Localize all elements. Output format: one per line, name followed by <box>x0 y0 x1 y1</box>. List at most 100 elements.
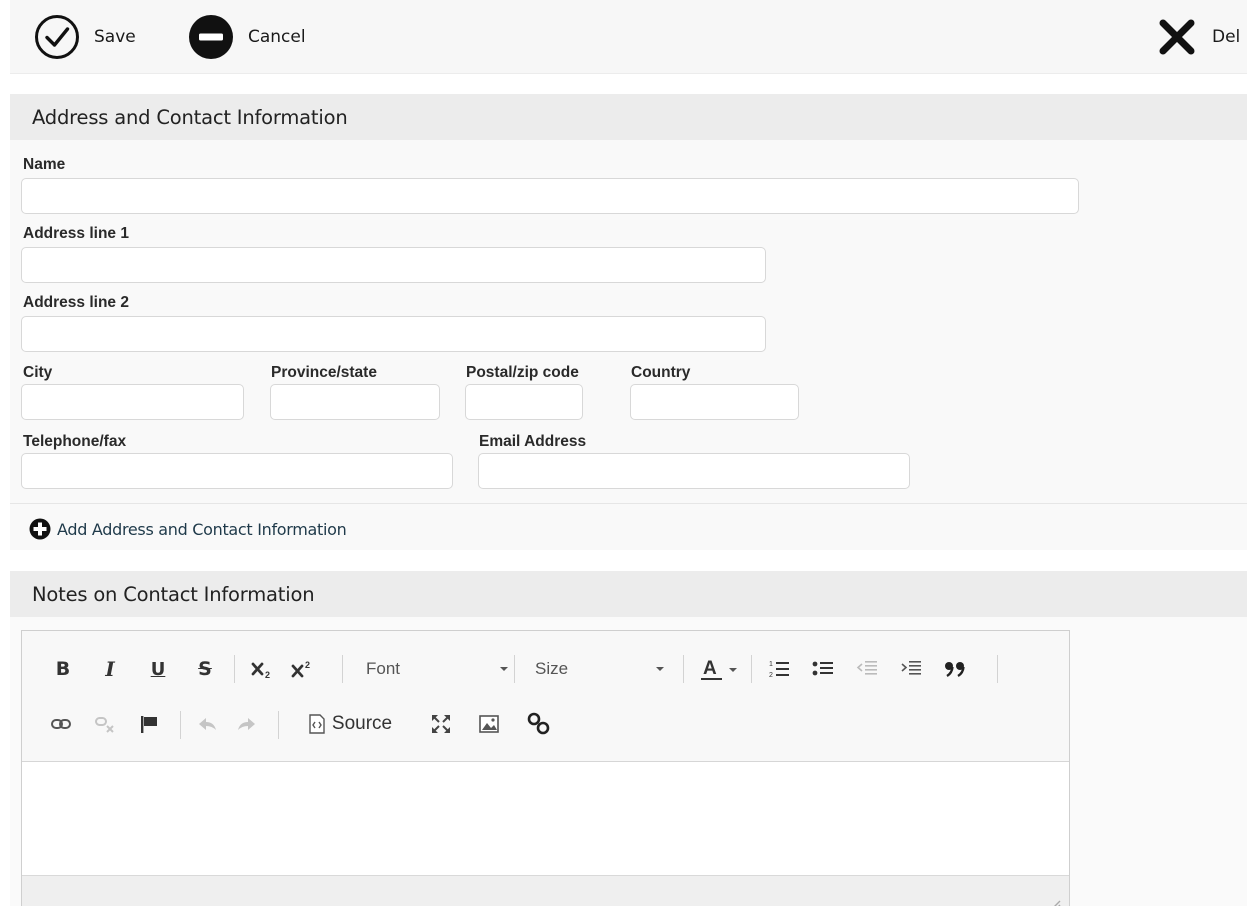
address-line-1-label: Address line 1 <box>23 225 129 242</box>
minus-circle-icon <box>189 15 233 59</box>
editor-footer <box>22 875 1069 906</box>
toolbar-separator <box>997 655 998 683</box>
subscript-icon: 2 <box>251 662 270 680</box>
image-icon <box>479 715 499 733</box>
divider <box>10 503 1247 504</box>
resize-handle-icon[interactable] <box>1049 898 1061 906</box>
editor-toolbar: B I U S 2 2 Font Size A 1 2 Source <box>22 631 1069 762</box>
toolbar-separator <box>180 711 181 739</box>
superscript-icon: 2 <box>291 660 310 678</box>
postal-label: Postal/zip code <box>466 364 579 381</box>
italic-button[interactable]: I <box>95 653 125 685</box>
maximize-icon <box>432 715 450 733</box>
toolbar-separator <box>234 655 235 683</box>
telephone-label: Telephone/fax <box>23 433 127 450</box>
name-field[interactable] <box>21 178 1079 214</box>
email-field[interactable] <box>478 453 910 489</box>
text-color-icon: A <box>701 658 737 680</box>
flag-icon <box>141 716 157 733</box>
source-icon <box>309 714 325 734</box>
email-label: Email Address <box>479 433 587 450</box>
close-icon <box>1159 19 1195 55</box>
italic-icon: I <box>105 657 115 681</box>
toolbar-separator <box>683 655 684 683</box>
cancel-label: Cancel <box>248 27 306 47</box>
top-toolbar: Save Cancel Del <box>10 0 1247 74</box>
svg-text:1: 1 <box>769 661 773 668</box>
postal-field[interactable] <box>465 384 583 420</box>
undo-button[interactable] <box>192 709 222 739</box>
country-label: Country <box>631 364 691 381</box>
notes-panel-title: Notes on Contact Information <box>10 571 1247 617</box>
plus-circle-icon <box>29 518 51 540</box>
redo-button[interactable] <box>232 709 262 739</box>
delete-button[interactable]: Del <box>1158 14 1240 60</box>
city-label: City <box>23 364 53 381</box>
underline-button[interactable]: U <box>143 653 173 685</box>
toolbar-separator <box>278 711 279 739</box>
quote-icon <box>945 662 965 678</box>
blockquote-button[interactable] <box>938 653 972 685</box>
underline-icon: U <box>150 658 166 680</box>
province-field[interactable] <box>270 384 440 420</box>
cancel-button[interactable]: Cancel <box>188 14 306 60</box>
link-icon <box>51 719 71 729</box>
check-circle-icon <box>35 15 79 59</box>
font-select[interactable]: Font <box>366 653 509 685</box>
unlink-icon <box>95 717 114 733</box>
decrease-indent-icon <box>856 661 877 675</box>
address-line-2-field[interactable] <box>21 316 766 352</box>
save-button[interactable]: Save <box>34 14 136 60</box>
bulleted-list-button[interactable] <box>806 653 840 685</box>
chevron-down-icon <box>500 667 508 671</box>
bold-icon: B <box>55 658 71 680</box>
address-line-1-field[interactable] <box>21 247 766 283</box>
superscript-button[interactable]: 2 <box>286 653 318 685</box>
subscript-button[interactable]: 2 <box>246 653 278 685</box>
numbered-list-icon: 1 2 <box>769 661 789 679</box>
svg-text:2: 2 <box>265 670 270 680</box>
decrease-indent-button[interactable] <box>850 653 884 685</box>
toolbar-separator <box>342 655 343 683</box>
chevron-down-icon <box>656 667 664 671</box>
rich-text-editor: B I U S 2 2 Font Size A 1 2 Source <box>21 630 1070 906</box>
source-label: Source <box>331 713 393 734</box>
add-address-link[interactable]: Add Address and Contact Information <box>29 518 347 540</box>
increase-indent-button[interactable] <box>894 653 928 685</box>
font-select-label: Font <box>366 659 401 678</box>
increase-indent-icon <box>901 661 921 675</box>
address-line-2-label: Address line 2 <box>23 294 129 311</box>
svg-text:2: 2 <box>769 672 773 679</box>
editor-content-area[interactable] <box>22 762 1069 875</box>
size-select[interactable]: Size <box>535 653 665 685</box>
city-field[interactable] <box>21 384 244 420</box>
image-button[interactable] <box>474 709 504 739</box>
delete-label: Del <box>1212 27 1241 47</box>
link-button[interactable] <box>46 709 76 739</box>
svg-text:2: 2 <box>305 660 310 670</box>
country-field[interactable] <box>630 384 799 420</box>
toolbar-separator <box>751 655 752 683</box>
add-address-label: Add Address and Contact Information <box>57 519 347 539</box>
address-panel-title: Address and Contact Information <box>10 94 1247 140</box>
bulleted-list-icon <box>812 661 833 676</box>
svg-text:A: A <box>703 658 717 679</box>
bold-button[interactable]: B <box>48 653 78 685</box>
toolbar-separator <box>514 655 515 683</box>
save-label: Save <box>94 27 136 47</box>
numbered-list-button[interactable]: 1 2 <box>762 653 796 685</box>
undo-icon <box>199 718 216 730</box>
link-chain-button[interactable] <box>522 709 556 739</box>
maximize-button[interactable] <box>426 709 456 739</box>
telephone-field[interactable] <box>21 453 453 489</box>
strikethrough-icon: S <box>198 658 212 680</box>
province-label: Province/state <box>271 364 377 381</box>
name-label: Name <box>23 156 66 173</box>
strikethrough-button[interactable]: S <box>190 653 220 685</box>
chain-link-icon <box>527 712 550 735</box>
text-color-button[interactable]: A <box>694 653 744 685</box>
source-button[interactable]: Source <box>288 709 412 739</box>
anchor-button[interactable] <box>134 709 164 739</box>
unlink-button[interactable] <box>90 709 120 739</box>
redo-icon <box>238 718 255 730</box>
